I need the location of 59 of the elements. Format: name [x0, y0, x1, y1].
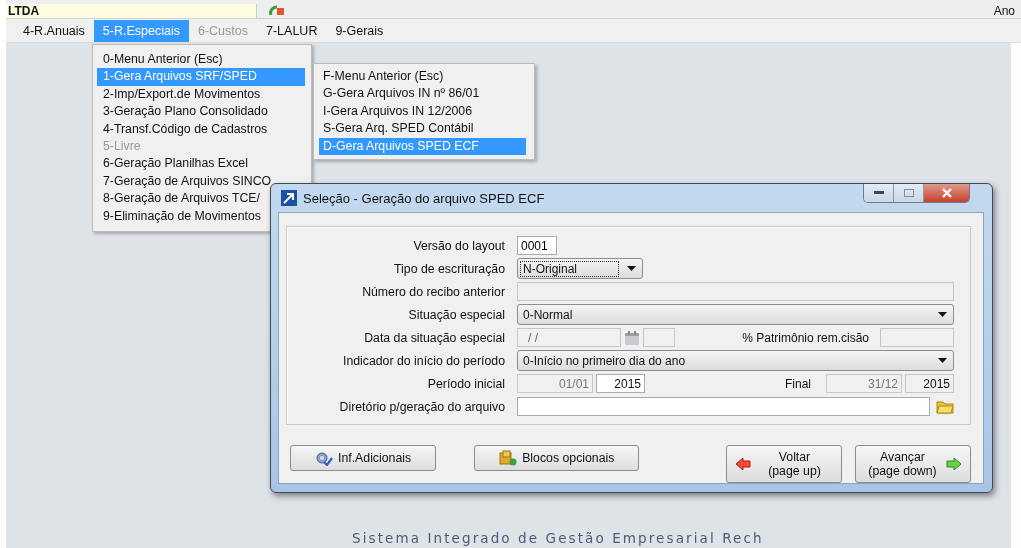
field-label: Data da situação especial	[363, 330, 506, 345]
percent-field[interactable]	[880, 328, 954, 347]
directory-field[interactable]	[517, 397, 930, 416]
field-label: Versão do layout	[412, 238, 506, 253]
menu-item[interactable]: 4-Transf.Código de Cadastros	[97, 120, 305, 138]
menu-item[interactable]: I-Gera Arquivos IN 12/2006	[319, 102, 526, 121]
start-date-field: 01/01	[517, 374, 593, 393]
date-field[interactable]: / /	[517, 328, 621, 347]
dropdown[interactable]: 0-Início no primeiro dia do ano	[517, 350, 954, 371]
menu-item[interactable]: 0-Menu Anterior (Esc)	[97, 51, 305, 69]
gear-check-icon	[315, 450, 333, 466]
field-label: Indicador do início do período	[341, 353, 506, 368]
maximize-icon	[903, 189, 914, 197]
next-button[interactable]: Avançar (page down)	[855, 445, 971, 483]
menu-item[interactable]: S-Gera Arq. SPED Contábil	[319, 120, 526, 138]
additional-info-button[interactable]: Inf.Adicionais	[290, 445, 437, 471]
time-field[interactable]	[643, 328, 675, 347]
caret-icon	[627, 266, 636, 271]
minimize-button[interactable]	[864, 184, 894, 202]
text-field[interactable]: 0001	[517, 236, 557, 255]
arrow-icon	[281, 190, 297, 206]
company-field: LTDA	[6, 4, 257, 18]
start-year-field[interactable]: 2015	[596, 374, 645, 393]
close-icon	[940, 188, 953, 198]
field-label: % Patrimônio rem.cisão	[742, 330, 869, 345]
field-label: Período inicial	[426, 376, 506, 391]
dropdown[interactable]: N-Original	[517, 258, 643, 279]
end-date-field: 31/12	[826, 374, 902, 393]
logo-tagline: Sistema Integrado de Gestão Empresarial Rech	[352, 529, 764, 547]
folder-icon[interactable]	[936, 399, 954, 414]
menu-item[interactable]: 2-Imp/Export.de Movimentos	[97, 85, 305, 104]
field-label: Número do recibo anterior	[361, 284, 506, 299]
menu-bar-item[interactable]: 9-Gerais	[326, 19, 393, 42]
end-year-field: 2015	[905, 374, 954, 393]
field-label: Tipo de escrituração	[393, 261, 506, 276]
window-title: Seleção - Geração do arquivo SPED ECF	[303, 190, 545, 206]
year-label: Ano	[993, 4, 1015, 18]
menu-item[interactable]: 7-Geração de Arquivos SINCO	[97, 172, 305, 191]
left-arrow-icon	[735, 457, 751, 471]
menu-item[interactable]: F-Menu Anterior (Esc)	[319, 68, 526, 86]
calendar-icon[interactable]	[624, 330, 640, 345]
right-arrow-icon	[946, 457, 962, 471]
caret-icon	[938, 312, 947, 317]
caret-icon	[938, 358, 947, 363]
field-label: Diretório p/geração do arquivo	[338, 399, 506, 414]
boxes-icon	[499, 450, 518, 466]
dropdown[interactable]: 0-Normal	[517, 304, 954, 325]
field-label: Situação especial	[407, 307, 506, 322]
refresh-icon[interactable]	[269, 5, 285, 15]
menu-item[interactable]: G-Gera Arquivos IN nº 86/01	[319, 85, 526, 103]
close-button[interactable]	[924, 184, 969, 202]
minimize-icon	[873, 191, 884, 195]
menu-bar-item[interactable]: 4-R.Anuais	[14, 19, 94, 42]
menu-bar-item[interactable]: 7-LALUR	[257, 19, 327, 42]
menu-item[interactable]: 6-Geração Planilhas Excel	[97, 155, 305, 173]
menu-item[interactable]: 3-Geração Plano Consolidado	[97, 103, 305, 121]
back-button[interactable]: Voltar (page up)	[726, 445, 842, 483]
optional-blocks-button[interactable]: Blocos opcionais	[474, 445, 640, 471]
field-label: Final	[785, 376, 811, 391]
